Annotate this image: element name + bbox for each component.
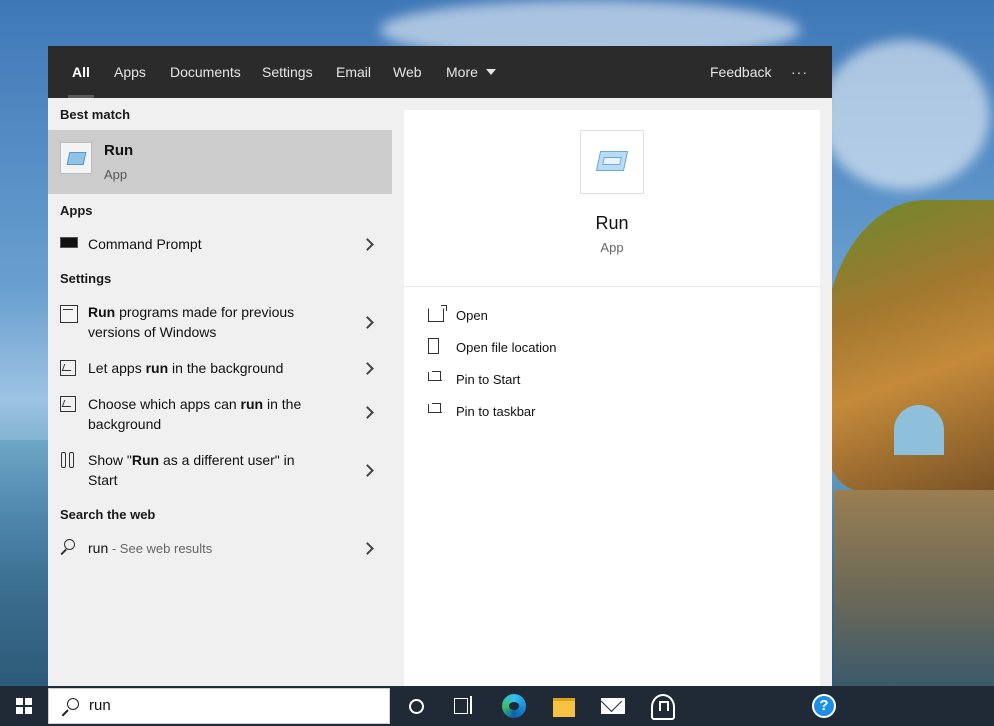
section-best-match: Best match [60,107,131,122]
store-icon [651,694,675,720]
start-settings-icon [60,452,76,468]
shore [834,490,994,686]
tab-more[interactable]: More [446,46,496,98]
chevron-right-icon[interactable] [361,542,374,555]
pin-icon [428,403,442,413]
more-options-button[interactable]: ··· [791,46,808,98]
divider [404,286,820,287]
result-run-as-user[interactable]: Show "Run as a different user" in Start [48,450,392,490]
cortana-icon [409,699,424,714]
chevron-right-icon[interactable] [361,238,374,251]
cortana-button[interactable] [400,690,432,722]
search-icon [61,698,79,716]
run-app-icon [60,142,92,174]
result-label: run - See web results [88,540,213,556]
search-panel: All Apps Documents Settings Email Web Mo… [48,46,832,686]
tab-web[interactable]: Web [393,46,422,98]
search-icon [60,539,76,555]
action-label: Pin to Start [456,372,521,387]
chevron-right-icon[interactable] [361,464,374,477]
cliff-arch [894,405,944,455]
detail-title: Run [595,213,629,233]
start-button[interactable] [0,686,48,726]
action-label: Open [456,308,488,323]
detail-pane: Run App Open Open file location Pin to S… [404,110,820,686]
caret-down-icon [485,69,496,76]
folder-icon [428,338,439,354]
best-match-subtitle: App [104,167,128,182]
tab-documents[interactable]: Documents [170,46,241,98]
taskbar: run ? [0,686,994,726]
section-settings: Settings [60,271,112,286]
background-apps-icon [60,360,76,376]
action-label: Open file location [456,340,557,355]
search-query: run [89,697,111,714]
command-prompt-icon [60,237,78,248]
result-label: Show "Run as a different user" in Start [88,452,295,488]
feedback-button[interactable]: Feedback [710,46,771,98]
chevron-right-icon[interactable] [361,316,374,329]
mail-button[interactable] [597,690,629,722]
result-background-apps[interactable]: Let apps run in the background [48,358,392,378]
chevron-right-icon[interactable] [361,406,374,419]
edge-icon [502,694,526,718]
result-compat-settings[interactable]: Run programs made for previous versions o… [48,302,392,342]
tab-more-label: More [446,64,478,80]
best-match-title: Run [104,142,134,159]
result-web-search[interactable]: run - See web results [48,538,392,558]
edge-button[interactable] [498,690,530,722]
open-icon [428,305,447,322]
help-icon: ? [812,694,836,718]
action-label: Pin to taskbar [456,404,536,419]
help-button[interactable]: ? [808,690,840,722]
result-choose-background-apps[interactable]: Choose which apps can run in the backgrou… [48,394,392,434]
best-match-item[interactable]: Run App [48,130,392,194]
store-button[interactable] [646,690,678,722]
results-list: Best match Run App Apps Command Prompt S… [48,98,392,686]
tab-settings[interactable]: Settings [262,46,313,98]
result-command-prompt[interactable]: Command Prompt [48,234,392,254]
windows-logo-icon [16,698,32,714]
search-scope-bar: All Apps Documents Settings Email Web Mo… [48,46,832,98]
detail-subtitle: App [600,240,624,255]
run-app-large-icon [580,130,644,194]
task-view-button[interactable] [448,690,480,722]
taskbar-search-input[interactable]: run [48,688,390,724]
background-apps-icon [60,396,76,412]
result-label: Choose which apps can run in the backgrou… [88,396,302,432]
file-explorer-button[interactable] [548,690,580,722]
compatibility-icon [60,305,78,323]
file-explorer-icon [553,698,575,717]
cloud [820,40,990,190]
tab-apps[interactable]: Apps [114,46,146,98]
result-label: Run programs made for previous versions o… [88,304,295,340]
tab-email[interactable]: Email [336,46,371,98]
tab-all[interactable]: All [68,46,94,98]
mail-icon [601,698,625,714]
result-label: Command Prompt [88,236,202,252]
result-label: Let apps run in the background [88,360,284,376]
section-apps: Apps [60,203,93,218]
chevron-right-icon[interactable] [361,362,374,375]
section-search-web: Search the web [60,507,156,522]
pin-icon [428,371,442,381]
